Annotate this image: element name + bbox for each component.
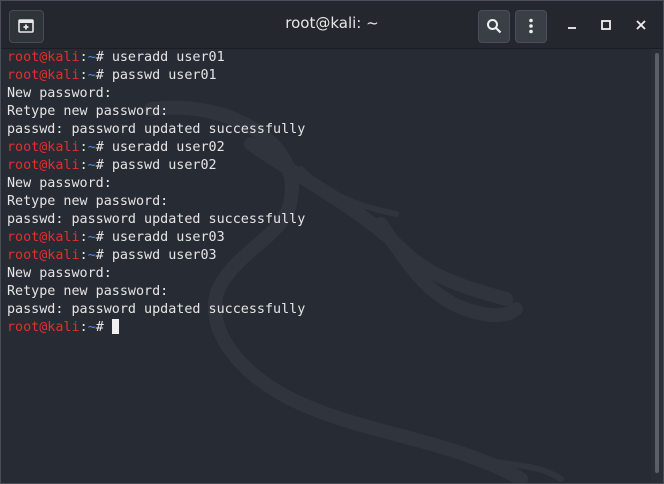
minimize-icon (568, 27, 576, 29)
prompt-user-host: root@kali (7, 248, 80, 263)
prompt-symbol: # (95, 230, 104, 245)
prompt-path: ~ (87, 50, 96, 65)
command-text: useradd user01 (111, 50, 225, 65)
scrollbar[interactable] (651, 49, 663, 483)
prompt-symbol: # (95, 158, 104, 173)
prompt-path: ~ (87, 158, 96, 173)
output-line: Retype new password: (7, 194, 169, 209)
prompt-path: ~ (87, 320, 96, 335)
prompt-line: root@kali:~# passwd user01 (7, 67, 305, 85)
close-button[interactable] (632, 16, 650, 34)
command-text: passwd user02 (111, 158, 217, 173)
prompt-symbol: # (95, 320, 104, 335)
command-text: useradd user03 (111, 230, 225, 245)
prompt-separator: : (79, 158, 88, 173)
command-text: useradd user02 (111, 140, 225, 155)
search-button[interactable] (478, 10, 510, 43)
prompt-line: root@kali:~# useradd user02 (7, 139, 305, 157)
prompt-separator: : (79, 68, 88, 83)
minimize-button[interactable] (563, 16, 581, 34)
output-line: passwd: password updated successfully (7, 212, 306, 227)
prompt-path: ~ (87, 68, 96, 83)
output-line: New password: (7, 266, 112, 281)
maximize-icon (601, 20, 611, 30)
command-text: passwd user03 (111, 248, 217, 263)
title-bar[interactable]: root@kali: ~ (1, 1, 663, 49)
prompt-symbol: # (95, 140, 104, 155)
terminal-output[interactable]: root@kali:~# useradd user01 root@kali:~# … (1, 49, 651, 483)
prompt-separator: : (79, 248, 88, 263)
close-icon (636, 20, 646, 30)
terminal-window: root@kali: ~ root@kali:~# useradd user01… (0, 0, 664, 484)
prompt-user-host: root@kali (7, 158, 80, 173)
prompt-symbol: # (95, 68, 104, 83)
output-line: Retype new password: (7, 284, 169, 299)
prompt-line: root@kali:~# (7, 319, 305, 337)
prompt-user-host: root@kali (7, 320, 80, 335)
terminal-lines: root@kali:~# useradd user01 root@kali:~# … (7, 49, 305, 337)
maximize-button[interactable] (597, 16, 615, 34)
prompt-user-host: root@kali (7, 50, 80, 65)
kebab-menu-icon (529, 18, 533, 34)
output-line: passwd: password updated successfully (7, 122, 306, 137)
prompt-symbol: # (95, 50, 104, 65)
output-line: New password: (7, 86, 112, 101)
output-line: New password: (7, 176, 112, 191)
prompt-line: root@kali:~# useradd user01 (7, 49, 305, 67)
output-line: passwd: password updated successfully (7, 302, 306, 317)
prompt-path: ~ (87, 248, 96, 263)
output-line: Retype new password: (7, 104, 169, 119)
prompt-user-host: root@kali (7, 230, 80, 245)
prompt-separator: : (79, 230, 88, 245)
prompt-separator: : (79, 320, 88, 335)
prompt-path: ~ (87, 230, 96, 245)
prompt-line: root@kali:~# passwd user02 (7, 157, 305, 175)
prompt-user-host: root@kali (7, 68, 80, 83)
prompt-path: ~ (87, 140, 96, 155)
prompt-symbol: # (95, 248, 104, 263)
scrollbar-thumb[interactable] (655, 53, 659, 473)
prompt-line: root@kali:~# passwd user03 (7, 247, 305, 265)
text-cursor[interactable] (111, 319, 119, 334)
menu-button[interactable] (515, 10, 547, 43)
search-icon (487, 19, 502, 34)
prompt-user-host: root@kali (7, 140, 80, 155)
prompt-separator: : (79, 140, 88, 155)
command-text: passwd user01 (111, 68, 217, 83)
prompt-line: root@kali:~# useradd user03 (7, 229, 305, 247)
prompt-separator: : (79, 50, 88, 65)
